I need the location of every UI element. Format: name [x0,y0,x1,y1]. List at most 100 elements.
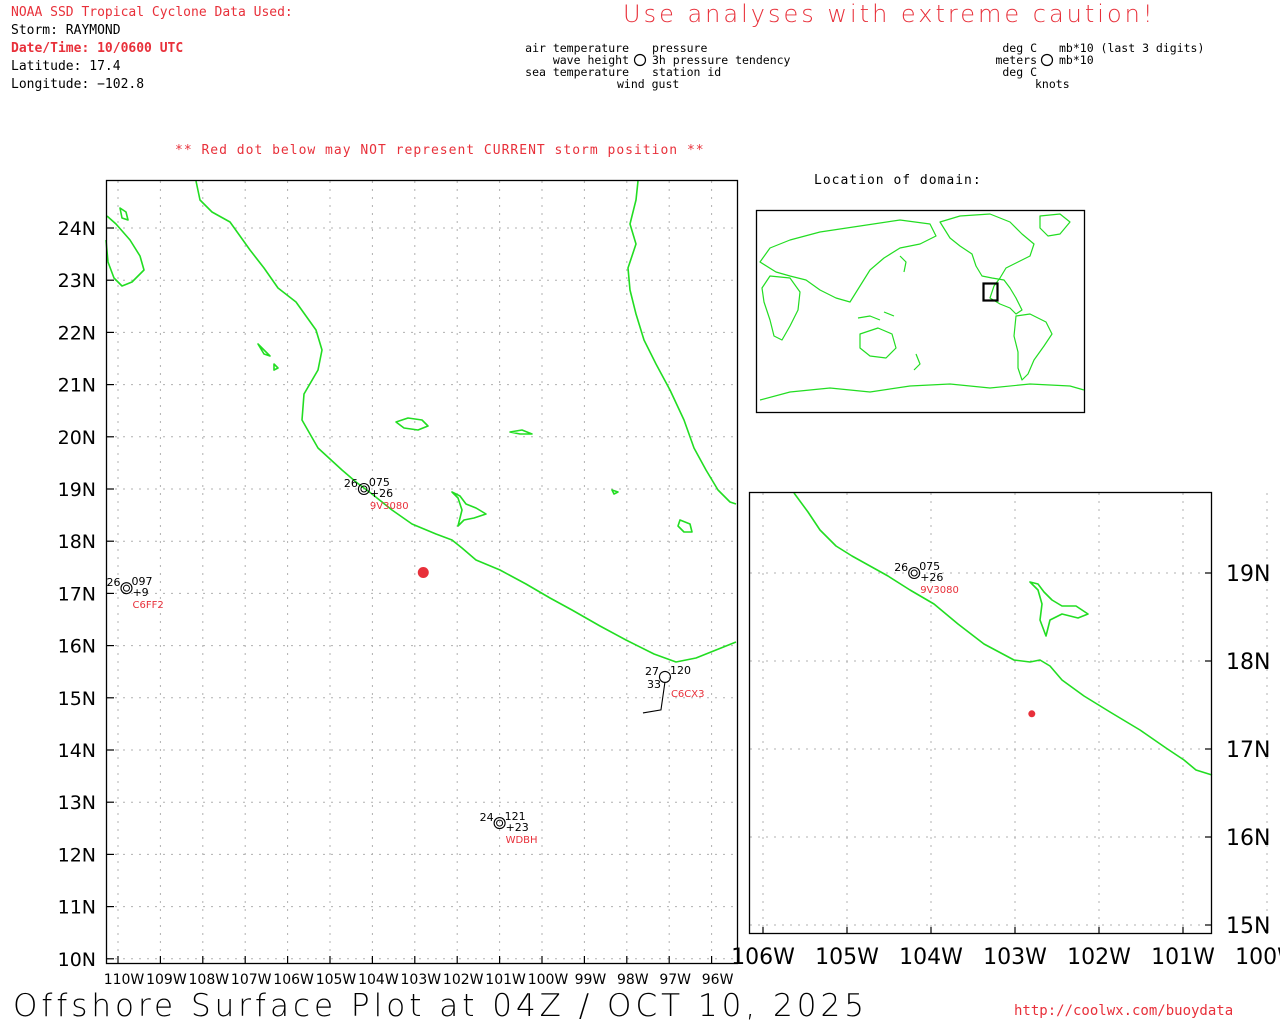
lon-label: 102W [1067,945,1131,970]
lake-temascal [611,489,619,495]
station-model[interactable]: 26 075+269V3080 [344,476,409,512]
baja-fragment [119,207,129,221]
lon-label: 105W [815,945,879,970]
lat-label: 10N [58,949,96,971]
lat-label: 18N [58,531,96,553]
lat-label: 18N [1226,650,1270,675]
lon-label: 101W [485,972,526,988]
lon-label: 105W [316,972,357,988]
lake-catemaco [677,519,693,533]
lat-label: 19N [1226,562,1270,587]
baja-california-tip [105,215,145,287]
station-id: 9V3080 [920,585,959,596]
lat-label: 16N [1226,826,1270,851]
lon-label: 100W [1235,945,1280,970]
lon-label: 106W [273,972,314,988]
zoom-map-grid [750,493,1268,934]
island-small-1 [273,363,279,371]
zoom-mexico-coastline [793,492,1213,776]
station-air-temp: 26 [106,576,120,589]
lat-label: 22N [58,322,96,344]
lon-label: 104W [899,945,963,970]
islas-marias [257,343,271,357]
lat-label: 17N [1226,738,1270,763]
station-pressure-tendency: +26 [920,571,943,584]
zoom-map-coastline [793,492,1213,776]
main-map-latitude-labels: 24N 23N 22N 21N 20N 19N 18N 17N 16N 15N 14N 13N 12N 1… [58,218,114,971]
station-id: C6FF2 [132,600,163,611]
lat-label: 24N [58,218,96,240]
location-inset-frame [755,209,1086,414]
lat-label: 12N [58,844,96,866]
source-url[interactable]: http://coolwx.com/buoydata [1014,1003,1233,1019]
lon-label: 106W [731,945,795,970]
main-map-longitude-labels: 110W 109W 108W 107W 106W 105W 104W 103W 102W 101W… [104,956,734,988]
mexico-pacific-coastline [195,180,737,663]
station-outer-ring-icon [120,582,133,595]
lat-label: 16N [58,636,96,658]
station-pressure-tendency: +26 [370,487,393,500]
island-small-2 [509,429,533,435]
gulf-of-mexico-coastline [627,180,737,505]
lon-label: 108W [189,972,230,988]
station-model[interactable]: 24 121+23WDBH [480,810,538,846]
lon-label: 100W [528,972,569,988]
zoom-map-stations: 26 075+269V3080 [894,560,959,596]
lon-label: 110W [104,972,145,988]
station-pressure-tendency: +23 [506,821,529,834]
station-inner-ring-icon [122,584,130,592]
zoom-map: 19N 18N 17N 16N 15N 106W 105W 104W 103W 102W 101W… [731,491,1280,970]
station-air-temp: 24 [480,811,494,824]
legend-station-circle-icon [633,53,647,67]
zoom-storm-position-dot[interactable] [1028,710,1036,718]
lon-label: 96W [702,972,734,988]
lon-label: 103W [401,972,442,988]
lon-label: 107W [231,972,272,988]
lon-label: 98W [617,972,649,988]
lon-label: 109W [146,972,187,988]
lon-label: 99W [575,972,607,988]
station-pressure: 120 [670,664,691,677]
station-inner-ring-icon [910,569,918,577]
lat-label: 21N [58,375,96,397]
lat-label: 23N [58,270,96,292]
zoom-presa-infiernillo-lake [1029,581,1089,637]
main-map-stations: 26 075+269V308026 097+9C6FF227 12033C6CX324… [106,476,704,846]
station-air-temp: 27 [645,665,659,678]
lat-label: 20N [58,427,96,449]
lon-label: 97W [659,972,691,988]
station-model[interactable]: 26 075+269V3080 [894,560,959,596]
lon-label: 102W [443,972,484,988]
lat-label: 13N [58,792,96,814]
location-inset-map [755,209,1086,414]
lon-label: 104W [358,972,399,988]
station-outer-ring-icon [493,817,506,830]
station-outer-ring-icon [658,670,672,683]
lat-label: 15N [1226,914,1270,939]
station-id: WDBH [506,835,538,846]
legend-units-circle-icon [1040,53,1054,67]
station-id: 9V3080 [370,501,409,512]
lon-label: 103W [983,945,1047,970]
station-inner-ring-icon [496,819,504,827]
station-pressure-tendency: +9 [132,586,148,599]
storm-position-dot[interactable] [417,567,429,579]
station-id: C6CX3 [671,689,705,700]
lat-label: 17N [58,583,96,605]
plot-title: Offshore Surface Plot at 04Z / OCT 10, 2… [13,988,868,1024]
station-wind-gust: 33 [647,678,661,691]
station-air-temp: 26 [894,561,908,574]
lat-label: 14N [58,740,96,762]
lat-label: 11N [58,897,96,919]
map-canvas: 24N 23N 22N 21N 20N 19N 18N 17N 16N 15N 14N 13N 12N 1… [58,53,1280,988]
station-model[interactable]: 27 120 33 C6CX3 [642,664,705,714]
main-map-coastline [105,180,737,663]
main-map: 24N 23N 22N 21N 20N 19N 18N 17N 16N 15N 14N 13N 12N 1… [58,179,739,988]
lake-chapala [395,417,429,431]
lat-label: 19N [58,479,96,501]
zoom-map-latitude-labels: 19N 18N 17N 16N 15N [1205,562,1270,939]
zoom-map-frame [748,491,1213,935]
lat-label: 15N [58,688,96,710]
station-air-temp: 26 [344,477,358,490]
lon-label: 101W [1151,945,1215,970]
